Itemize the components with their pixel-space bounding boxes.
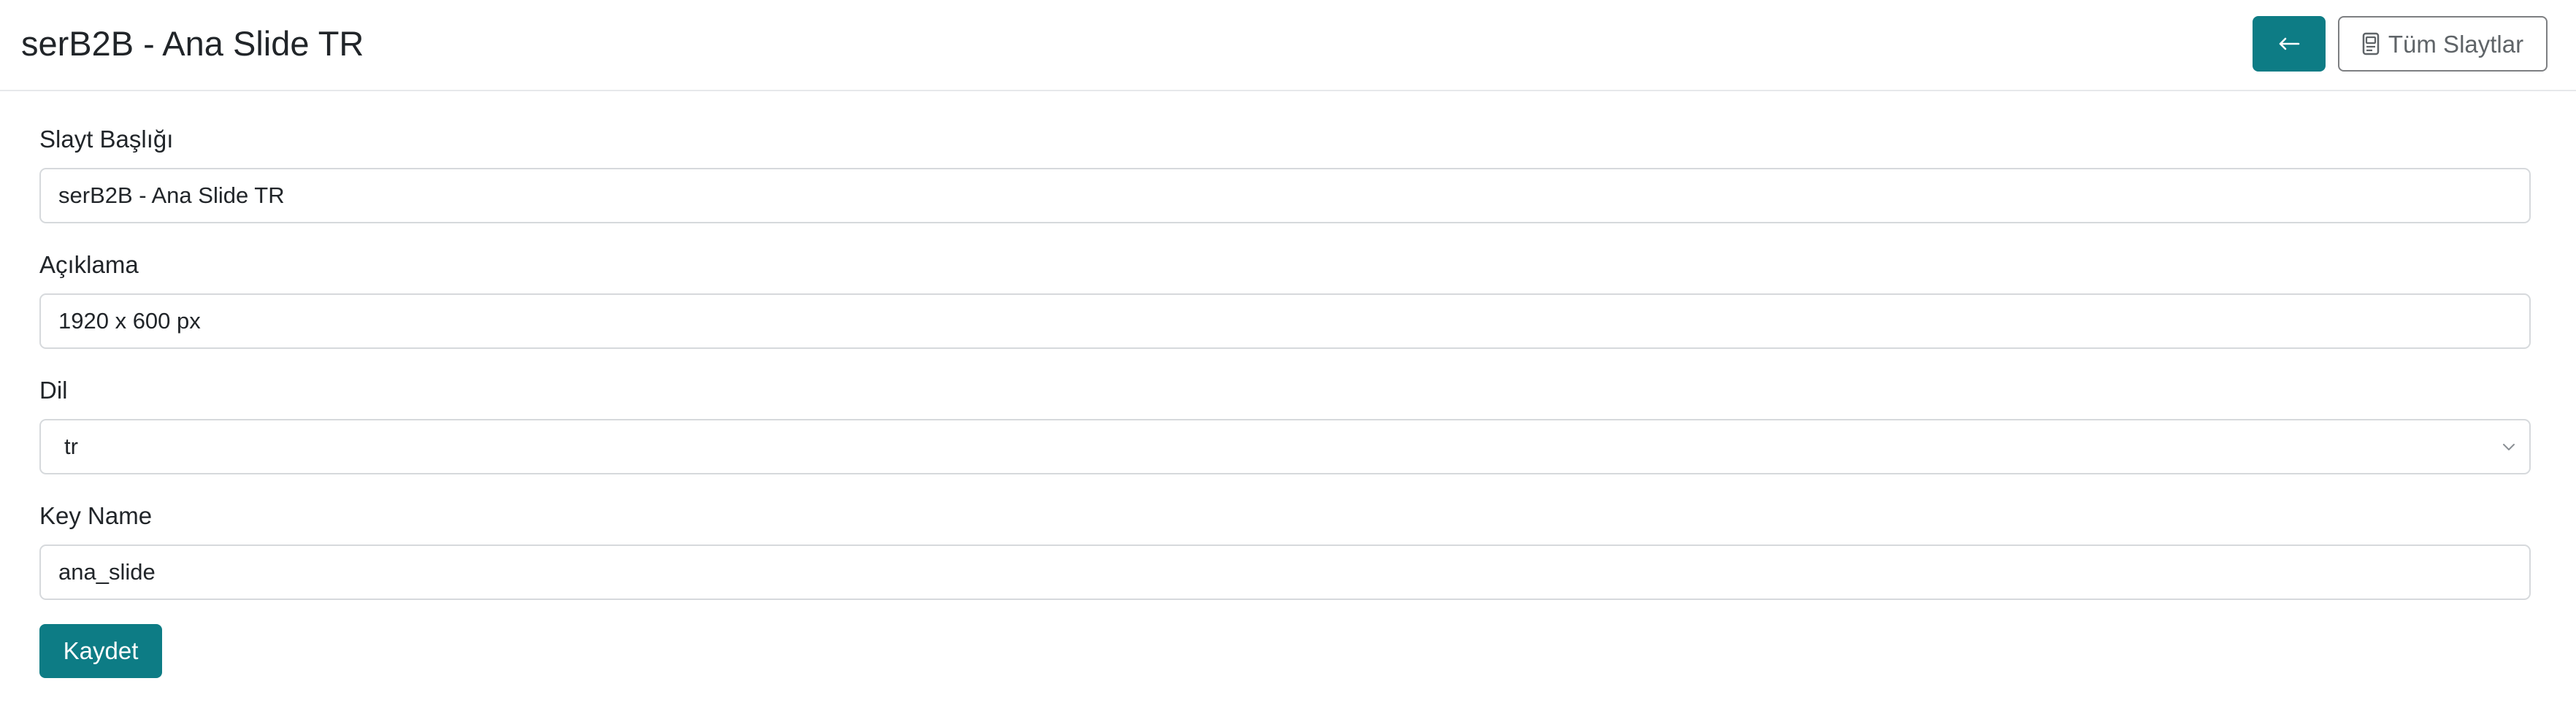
- page-title: serB2B - Ana Slide TR: [21, 24, 364, 63]
- language-select[interactable]: tr: [39, 419, 2531, 474]
- description-input[interactable]: [39, 293, 2531, 349]
- back-button[interactable]: [2253, 16, 2326, 72]
- key-name-input[interactable]: [39, 545, 2531, 600]
- save-button[interactable]: Kaydet: [39, 624, 162, 678]
- key-name-label: Key Name: [39, 502, 153, 529]
- description-label: Açıklama: [39, 251, 139, 278]
- slide-title-label: Slayt Başlığı: [39, 126, 174, 153]
- language-select-value: tr: [64, 434, 78, 459]
- arrow-left-icon: [2278, 36, 2300, 51]
- all-slides-button[interactable]: Tüm Slaytlar: [2338, 16, 2548, 72]
- document-icon: [2362, 32, 2380, 55]
- slide-title-input[interactable]: [39, 168, 2531, 223]
- all-slides-label: Tüm Slaytlar: [2388, 30, 2524, 58]
- page-header: serB2B - Ana Slide TR Tüm Slaytlar: [0, 0, 2576, 91]
- chevron-down-icon: [2500, 439, 2518, 454]
- language-label: Dil: [39, 377, 68, 404]
